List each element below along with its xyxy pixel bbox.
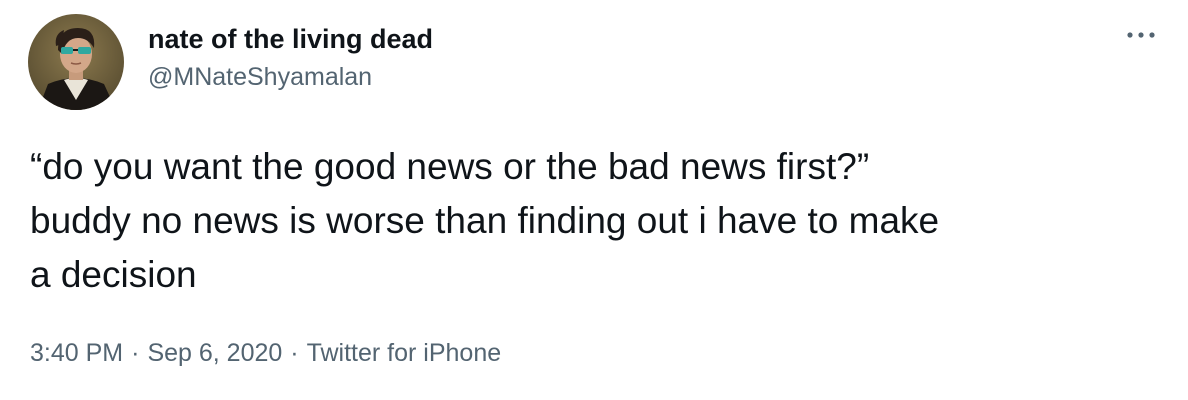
more-options-icon [1127, 32, 1155, 38]
author-display-name[interactable]: nate of the living dead [148, 22, 433, 56]
tweet-text-line: “do you want the good news or the bad ne… [30, 146, 870, 187]
tweet-text-line: buddy no news is worse than finding out … [30, 200, 940, 241]
tweet-card: nate of the living dead @MNateShyamalan … [0, 0, 1188, 400]
portrait-avatar-icon [28, 14, 124, 110]
more-options-button[interactable] [1124, 18, 1158, 52]
meta-separator: · [131, 339, 140, 367]
tweet-header: nate of the living dead @MNateShyamalan [28, 14, 433, 110]
tweet-source[interactable]: Twitter for iPhone [307, 339, 502, 367]
tweet-meta: 3:40 PM · Sep 6, 2020 · Twitter for iPhone [30, 336, 501, 370]
author-handle[interactable]: @MNateShyamalan [148, 60, 433, 94]
meta-separator: · [290, 339, 299, 367]
tweet-text-line: a decision [30, 254, 197, 295]
author-names: nate of the living dead @MNateShyamalan [148, 24, 433, 94]
tweet-text: “do you want the good news or the bad ne… [30, 140, 1170, 302]
tweet-date[interactable]: Sep 6, 2020 [147, 339, 282, 367]
author-avatar[interactable] [28, 14, 124, 110]
tweet-time[interactable]: 3:40 PM [30, 339, 123, 367]
